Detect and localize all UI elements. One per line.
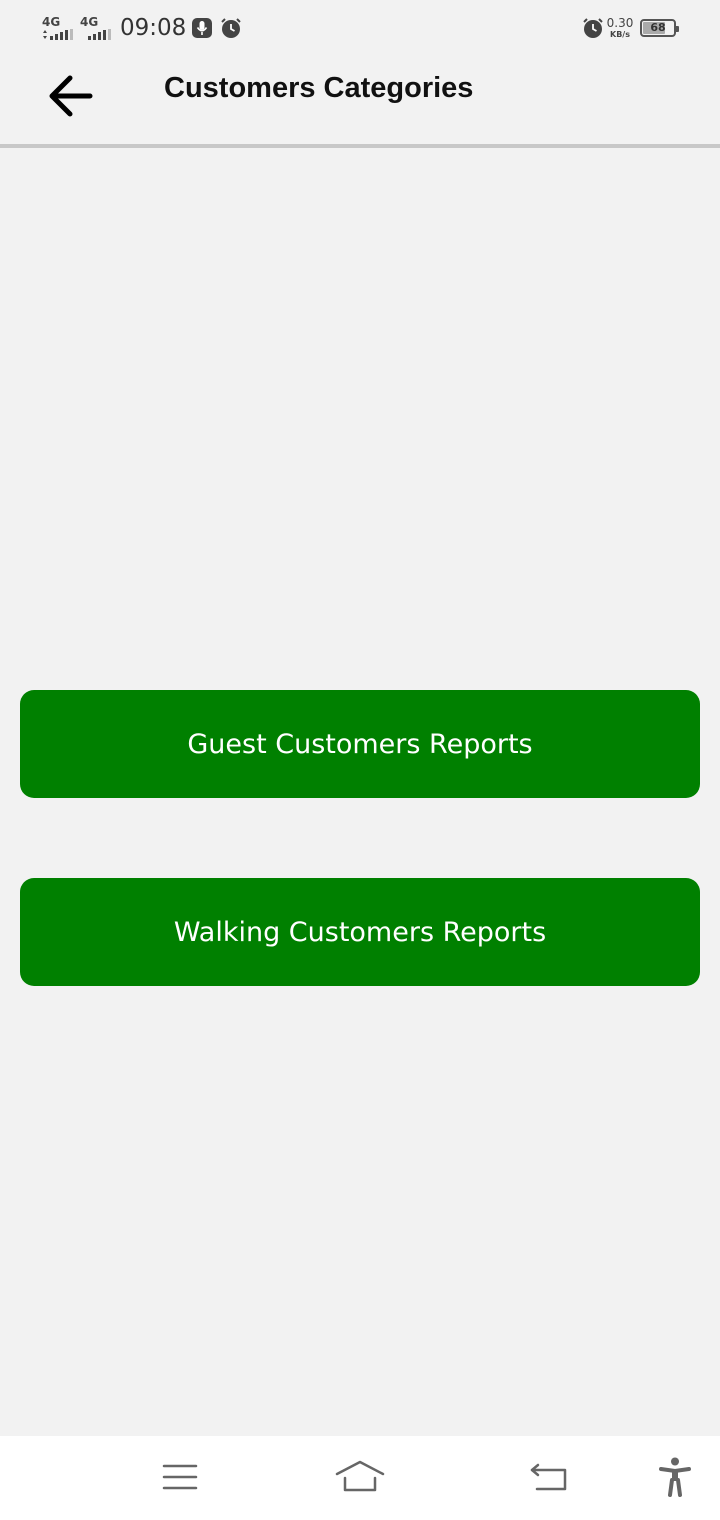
- nav-accessibility-button[interactable]: [650, 1452, 700, 1502]
- nav-back-button[interactable]: [524, 1452, 574, 1502]
- data-rate: 0.30 KB/s: [604, 16, 636, 40]
- network-type-2: 4G: [80, 15, 99, 29]
- status-time: 09:08: [120, 15, 187, 41]
- screen: 4G 4G 09:08 0.30 KB/s 68 Customers Categ…: [0, 0, 720, 1520]
- alarm-icon: [220, 17, 242, 39]
- menu-icon: [162, 1464, 198, 1490]
- battery-level: 68: [650, 21, 666, 34]
- app-bar-divider: [0, 144, 720, 148]
- battery-icon: 68: [640, 19, 679, 37]
- data-rate-value: 0.30: [606, 16, 634, 30]
- home-icon: [335, 1460, 385, 1492]
- nav-menu-button[interactable]: [155, 1452, 205, 1502]
- signal-icon: 4G: [80, 16, 112, 42]
- signal-icon: 4G: [42, 16, 74, 42]
- status-bar: 4G 4G 09:08 0.30 KB/s 68: [0, 0, 720, 56]
- navigation-bar: [0, 1436, 720, 1520]
- back-icon: [530, 1463, 567, 1491]
- network-type-1: 4G: [42, 15, 61, 29]
- arrow-left-icon: [49, 75, 93, 117]
- data-rate-unit: KB/s: [610, 30, 630, 39]
- page-title: Customers Categories: [164, 72, 474, 104]
- guest-customers-reports-button[interactable]: Guest Customers Reports: [20, 690, 700, 798]
- mic-icon: [191, 17, 213, 39]
- nav-home-button[interactable]: [335, 1452, 385, 1502]
- accessibility-icon: [659, 1457, 691, 1497]
- button-label: Walking Customers Reports: [173, 916, 547, 948]
- back-button[interactable]: [40, 64, 100, 128]
- walking-customers-reports-button[interactable]: Walking Customers Reports: [20, 878, 700, 986]
- button-label: Guest Customers Reports: [187, 728, 533, 760]
- app-bar: Customers Categories: [0, 56, 720, 144]
- alarm-icon: [582, 17, 604, 39]
